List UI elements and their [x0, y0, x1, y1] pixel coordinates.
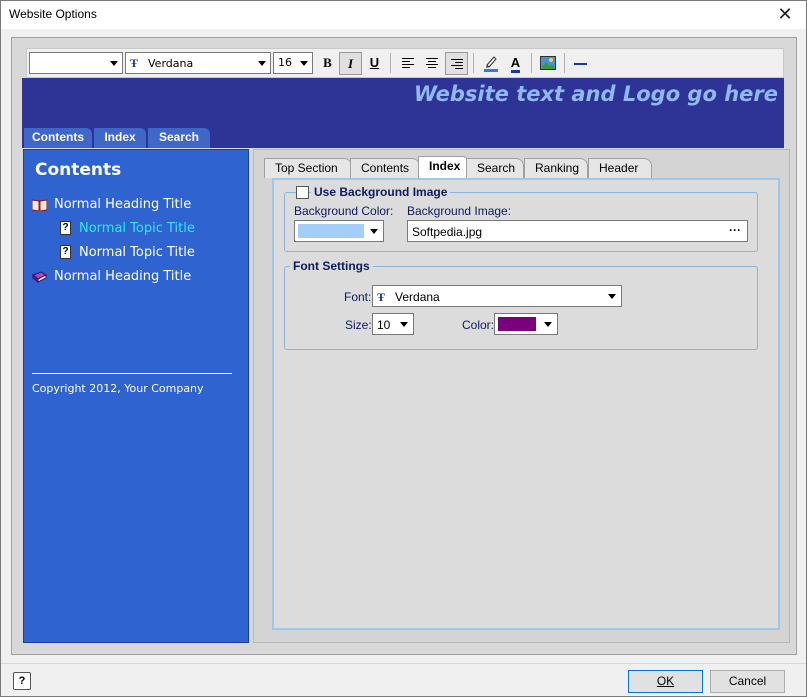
background-image-field[interactable]: Softpedia.jpg ···: [407, 220, 748, 242]
font-combo[interactable]: Ŧ Verdana: [125, 52, 271, 74]
preview-divider: [32, 373, 232, 374]
window-title: Website Options: [9, 7, 97, 21]
website-banner: Website text and Logo go here Contents I…: [22, 78, 784, 148]
preview-item-topic-1[interactable]: Normal Topic Title: [79, 221, 195, 236]
align-left-icon: [401, 58, 414, 68]
toolbar-divider: [531, 53, 532, 73]
truetype-font-icon: Ŧ: [377, 290, 386, 304]
use-background-image-label: Use Background Image: [311, 185, 451, 199]
close-icon[interactable]: ✕: [768, 1, 802, 29]
toolbar-divider: [564, 53, 565, 73]
size-select-value: 10: [377, 318, 391, 332]
align-center-button[interactable]: [420, 52, 443, 75]
cancel-button[interactable]: Cancel: [710, 670, 785, 693]
font-color-picker[interactable]: [494, 313, 558, 335]
background-color-picker[interactable]: [294, 220, 384, 242]
chevron-down-icon: [370, 229, 378, 234]
horizontal-line-button[interactable]: [569, 52, 592, 75]
font-color-swatch: [498, 317, 536, 331]
ok-button-label: OK: [656, 674, 675, 688]
background-color-label: Background Color:: [294, 204, 394, 218]
preview-item-heading-1[interactable]: Normal Heading Title: [54, 197, 191, 212]
help-page-icon: ?: [60, 245, 71, 259]
chevron-down-icon: [110, 61, 118, 66]
preview-item-heading-2[interactable]: Normal Heading Title: [54, 269, 191, 284]
tab-search[interactable]: Search: [466, 158, 524, 178]
dialog-button-bar: ? OK Cancel: [1, 663, 806, 696]
font-label: Font:: [344, 290, 372, 304]
chevron-down-icon: [544, 322, 552, 327]
background-color-swatch: [298, 224, 364, 238]
title-bar: Website Options ✕: [1, 1, 806, 29]
closed-book-icon: [32, 271, 47, 283]
tab-top-section[interactable]: Top Section: [264, 158, 352, 178]
help-page-icon: ?: [60, 221, 71, 235]
align-right-icon: [450, 59, 463, 69]
font-select[interactable]: Ŧ Verdana: [372, 285, 622, 307]
bold-button[interactable]: B: [316, 52, 339, 75]
format-toolbar: Ŧ Verdana 16 B I U A: [26, 48, 784, 78]
options-pane: Top Section Contents Index Search Rankin…: [253, 149, 790, 643]
color-label: Color:: [462, 318, 495, 332]
ok-button[interactable]: OK: [628, 670, 703, 693]
font-size-combo[interactable]: 16: [273, 52, 313, 74]
toolbar-divider: [473, 53, 474, 73]
tab-contents[interactable]: Contents: [350, 158, 420, 178]
align-left-button[interactable]: [396, 52, 419, 75]
align-right-button[interactable]: [445, 52, 468, 75]
chevron-down-icon: [258, 61, 266, 66]
underline-button[interactable]: U: [363, 52, 386, 75]
banner-tab-index[interactable]: Index: [94, 128, 146, 148]
size-label: Size:: [345, 318, 372, 332]
font-settings-group: [284, 266, 758, 350]
align-center-icon: [425, 58, 438, 68]
font-settings-legend: Font Settings: [290, 259, 373, 273]
chevron-down-icon: [400, 322, 408, 327]
chevron-down-icon: [608, 294, 616, 299]
font-size-value: 16: [278, 56, 292, 69]
open-book-icon: [32, 199, 47, 211]
font-color-button[interactable]: A: [504, 52, 527, 75]
preview-item-topic-2[interactable]: Normal Topic Title: [79, 245, 195, 260]
highlight-pen-icon: [483, 56, 498, 72]
truetype-font-icon: Ŧ: [130, 56, 139, 70]
tab-header[interactable]: Header: [588, 158, 652, 178]
contents-preview-pane: Contents Normal Heading Title ? Normal T…: [23, 149, 249, 643]
highlight-button[interactable]: [479, 52, 502, 75]
banner-text: Website text and Logo go here: [413, 82, 778, 106]
insert-image-button[interactable]: [536, 52, 559, 75]
options-frame: Ŧ Verdana 16 B I U A Website text and Lo…: [11, 37, 797, 655]
preview-copyright: Copyright 2012, Your Company: [32, 382, 204, 395]
font-combo-value: Verdana: [148, 57, 194, 70]
tab-index[interactable]: Index: [418, 156, 470, 178]
website-options-window: Website Options ✕ Ŧ Verdana 16 B I U A W…: [0, 0, 807, 697]
use-background-image-checkbox[interactable]: [296, 186, 309, 199]
horizontal-line-icon: [574, 62, 587, 65]
browse-button[interactable]: ···: [729, 223, 741, 237]
background-image-label: Background Image:: [407, 204, 512, 218]
font-select-value: Verdana: [395, 290, 440, 304]
background-image-value: Softpedia.jpg: [412, 225, 483, 239]
font-color-icon: A: [510, 56, 521, 73]
italic-button[interactable]: I: [339, 52, 362, 75]
toolbar-divider: [390, 53, 391, 73]
chevron-down-icon: [300, 61, 308, 66]
cancel-button-label: Cancel: [728, 674, 767, 688]
tab-ranking[interactable]: Ranking: [524, 158, 588, 178]
index-tab-panel: Use Background Image Background Color: B…: [272, 178, 780, 630]
style-combo[interactable]: [29, 52, 123, 74]
size-select[interactable]: 10: [372, 313, 414, 335]
preview-title: Contents: [35, 160, 122, 180]
banner-tab-search[interactable]: Search: [148, 128, 210, 148]
insert-image-icon: [539, 56, 556, 70]
help-icon[interactable]: ?: [13, 672, 31, 690]
banner-tab-contents[interactable]: Contents: [24, 128, 92, 148]
